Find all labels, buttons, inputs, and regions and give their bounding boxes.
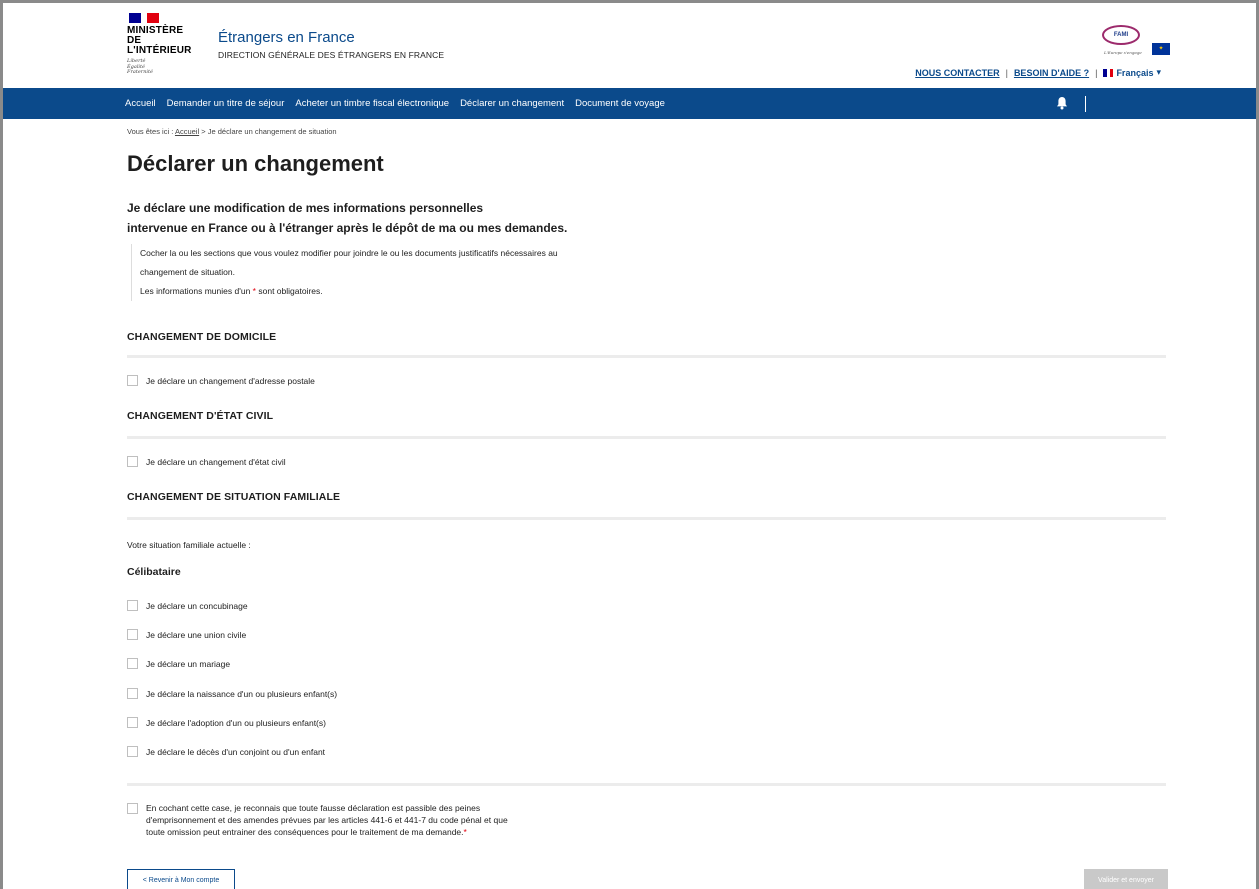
section-divider bbox=[127, 517, 1166, 520]
option-adoption[interactable]: Je déclare l'adoption d'un ou plusieurs … bbox=[127, 717, 326, 728]
legal-acknowledgement[interactable]: En cochant cette case, je reconnais que … bbox=[127, 802, 576, 838]
fami-logo: FAMI L'Europe s'engage ✦ bbox=[1102, 25, 1170, 55]
option-cohabitation[interactable]: Je déclare un concubinage bbox=[127, 600, 248, 611]
site-header: MINISTÈRE DE L'INTÉRIEUR Liberté Égalité… bbox=[3, 3, 1256, 86]
option-label: Je déclare un mariage bbox=[146, 658, 231, 669]
submit-button[interactable]: Valider et envoyer bbox=[1084, 869, 1168, 889]
bell-icon[interactable] bbox=[1055, 96, 1069, 110]
chevron-down-icon: ▾ bbox=[1156, 67, 1161, 77]
option-label: Je déclare une union civile bbox=[146, 629, 247, 640]
link-separator: | bbox=[1005, 67, 1008, 78]
back-to-account-button[interactable]: < Revenir à Mon compte bbox=[127, 869, 235, 889]
checkbox[interactable] bbox=[127, 717, 138, 728]
breadcrumb-prefix: Vous êtes ici : bbox=[127, 127, 174, 136]
option-birth[interactable]: Je déclare la naissance d'un ou plusieur… bbox=[127, 688, 337, 699]
required-marker: * bbox=[463, 827, 467, 837]
option-civil-status-change[interactable]: Je déclare un changement d'état civil bbox=[127, 456, 286, 467]
page-intro: Je déclare une modification de mes infor… bbox=[127, 201, 568, 235]
option-civil-union[interactable]: Je déclare une union civile bbox=[127, 629, 246, 640]
section-divider bbox=[127, 355, 1166, 358]
main-navbar: Accueil Demander un titre de séjour Ache… bbox=[3, 88, 1256, 119]
breadcrumb: Vous êtes ici : Accueil > Je déclare un … bbox=[127, 127, 337, 136]
option-label: Je déclare le décès d'un conjoint ou d'u… bbox=[146, 746, 326, 757]
breadcrumb-home-link[interactable]: Accueil bbox=[175, 127, 199, 136]
option-death[interactable]: Je déclare le décès d'un conjoint ou d'u… bbox=[127, 746, 325, 757]
nav-item-travel-document[interactable]: Document de voyage bbox=[575, 98, 665, 109]
instructions-notice: Cocher la ou les sections que vous voule… bbox=[131, 244, 691, 301]
fami-logo-mark: FAMI bbox=[1102, 25, 1140, 45]
checkbox[interactable] bbox=[127, 375, 138, 386]
section-title-domicile: CHANGEMENT DE DOMICILE bbox=[127, 331, 277, 343]
contact-link[interactable]: NOUS CONTACTER bbox=[915, 68, 999, 78]
current-family-status-label: Votre situation familiale actuelle : bbox=[127, 540, 251, 550]
breadcrumb-separator: > bbox=[201, 127, 206, 136]
option-label: Je déclare la naissance d'un ou plusieur… bbox=[146, 688, 338, 699]
nav-item-home[interactable]: Accueil bbox=[125, 98, 156, 109]
checkbox[interactable] bbox=[127, 456, 138, 467]
option-label: Je déclare un changement d'état civil bbox=[146, 456, 286, 467]
language-label: Français bbox=[1116, 67, 1154, 78]
legal-checkbox[interactable] bbox=[127, 803, 138, 814]
section-title-family-status: CHANGEMENT DE SITUATION FAMILIALE bbox=[127, 491, 341, 503]
legal-text: En cochant cette case, je reconnais que … bbox=[146, 803, 508, 837]
current-family-status-value: Célibataire bbox=[127, 566, 181, 578]
nav-divider bbox=[1085, 96, 1086, 112]
required-marker: * bbox=[252, 286, 256, 296]
breadcrumb-current: Je déclare un changement de situation bbox=[207, 127, 337, 136]
section-title-civil-status: CHANGEMENT D'ÉTAT CIVIL bbox=[127, 410, 274, 422]
checkbox[interactable] bbox=[127, 746, 138, 757]
link-separator: | bbox=[1095, 67, 1098, 78]
section-divider bbox=[127, 783, 1166, 786]
site-title[interactable]: Étrangers en France bbox=[218, 29, 355, 46]
option-label: Je déclare un concubinage bbox=[146, 600, 248, 611]
checkbox[interactable] bbox=[127, 688, 138, 699]
option-label: Je déclare l'adoption d'un ou plusieurs … bbox=[146, 717, 326, 728]
marianne-flag-icon bbox=[129, 13, 159, 23]
site-subtitle: DIRECTION GÉNÉRALE DES ÉTRANGERS EN FRAN… bbox=[218, 50, 445, 60]
french-flag-icon bbox=[1103, 68, 1114, 77]
nav-item-residence-permit[interactable]: Demander un titre de séjour bbox=[167, 98, 285, 109]
ministry-name: MINISTÈRE DE L'INTÉRIEUR bbox=[127, 25, 192, 56]
ministry-logo[interactable]: MINISTÈRE DE L'INTÉRIEUR Liberté Égalité… bbox=[127, 13, 207, 76]
fami-tagline: L'Europe s'engage bbox=[1104, 50, 1142, 55]
page-title: Déclarer un changement bbox=[127, 151, 384, 176]
nav-item-declare-change[interactable]: Déclarer un changement bbox=[460, 98, 564, 109]
republic-motto: Liberté Égalité Fraternité bbox=[127, 58, 153, 75]
nav-item-tax-stamp[interactable]: Acheter un timbre fiscal électronique bbox=[295, 98, 449, 109]
help-link[interactable]: BESOIN D'AIDE ? bbox=[1014, 68, 1089, 78]
option-marriage[interactable]: Je déclare un mariage bbox=[127, 658, 230, 669]
checkbox[interactable] bbox=[127, 600, 138, 611]
eu-flag-icon: ✦ bbox=[1152, 43, 1170, 55]
section-divider bbox=[127, 436, 1166, 439]
option-label: Je déclare un changement d'adresse posta… bbox=[146, 375, 315, 386]
option-address-change[interactable]: Je déclare un changement d'adresse posta… bbox=[127, 375, 315, 386]
language-selector[interactable]: Français ▾ bbox=[1103, 67, 1161, 78]
top-links: NOUS CONTACTER | BESOIN D'AIDE ? | Franç… bbox=[915, 67, 1161, 78]
checkbox[interactable] bbox=[127, 629, 138, 640]
checkbox[interactable] bbox=[127, 658, 138, 669]
